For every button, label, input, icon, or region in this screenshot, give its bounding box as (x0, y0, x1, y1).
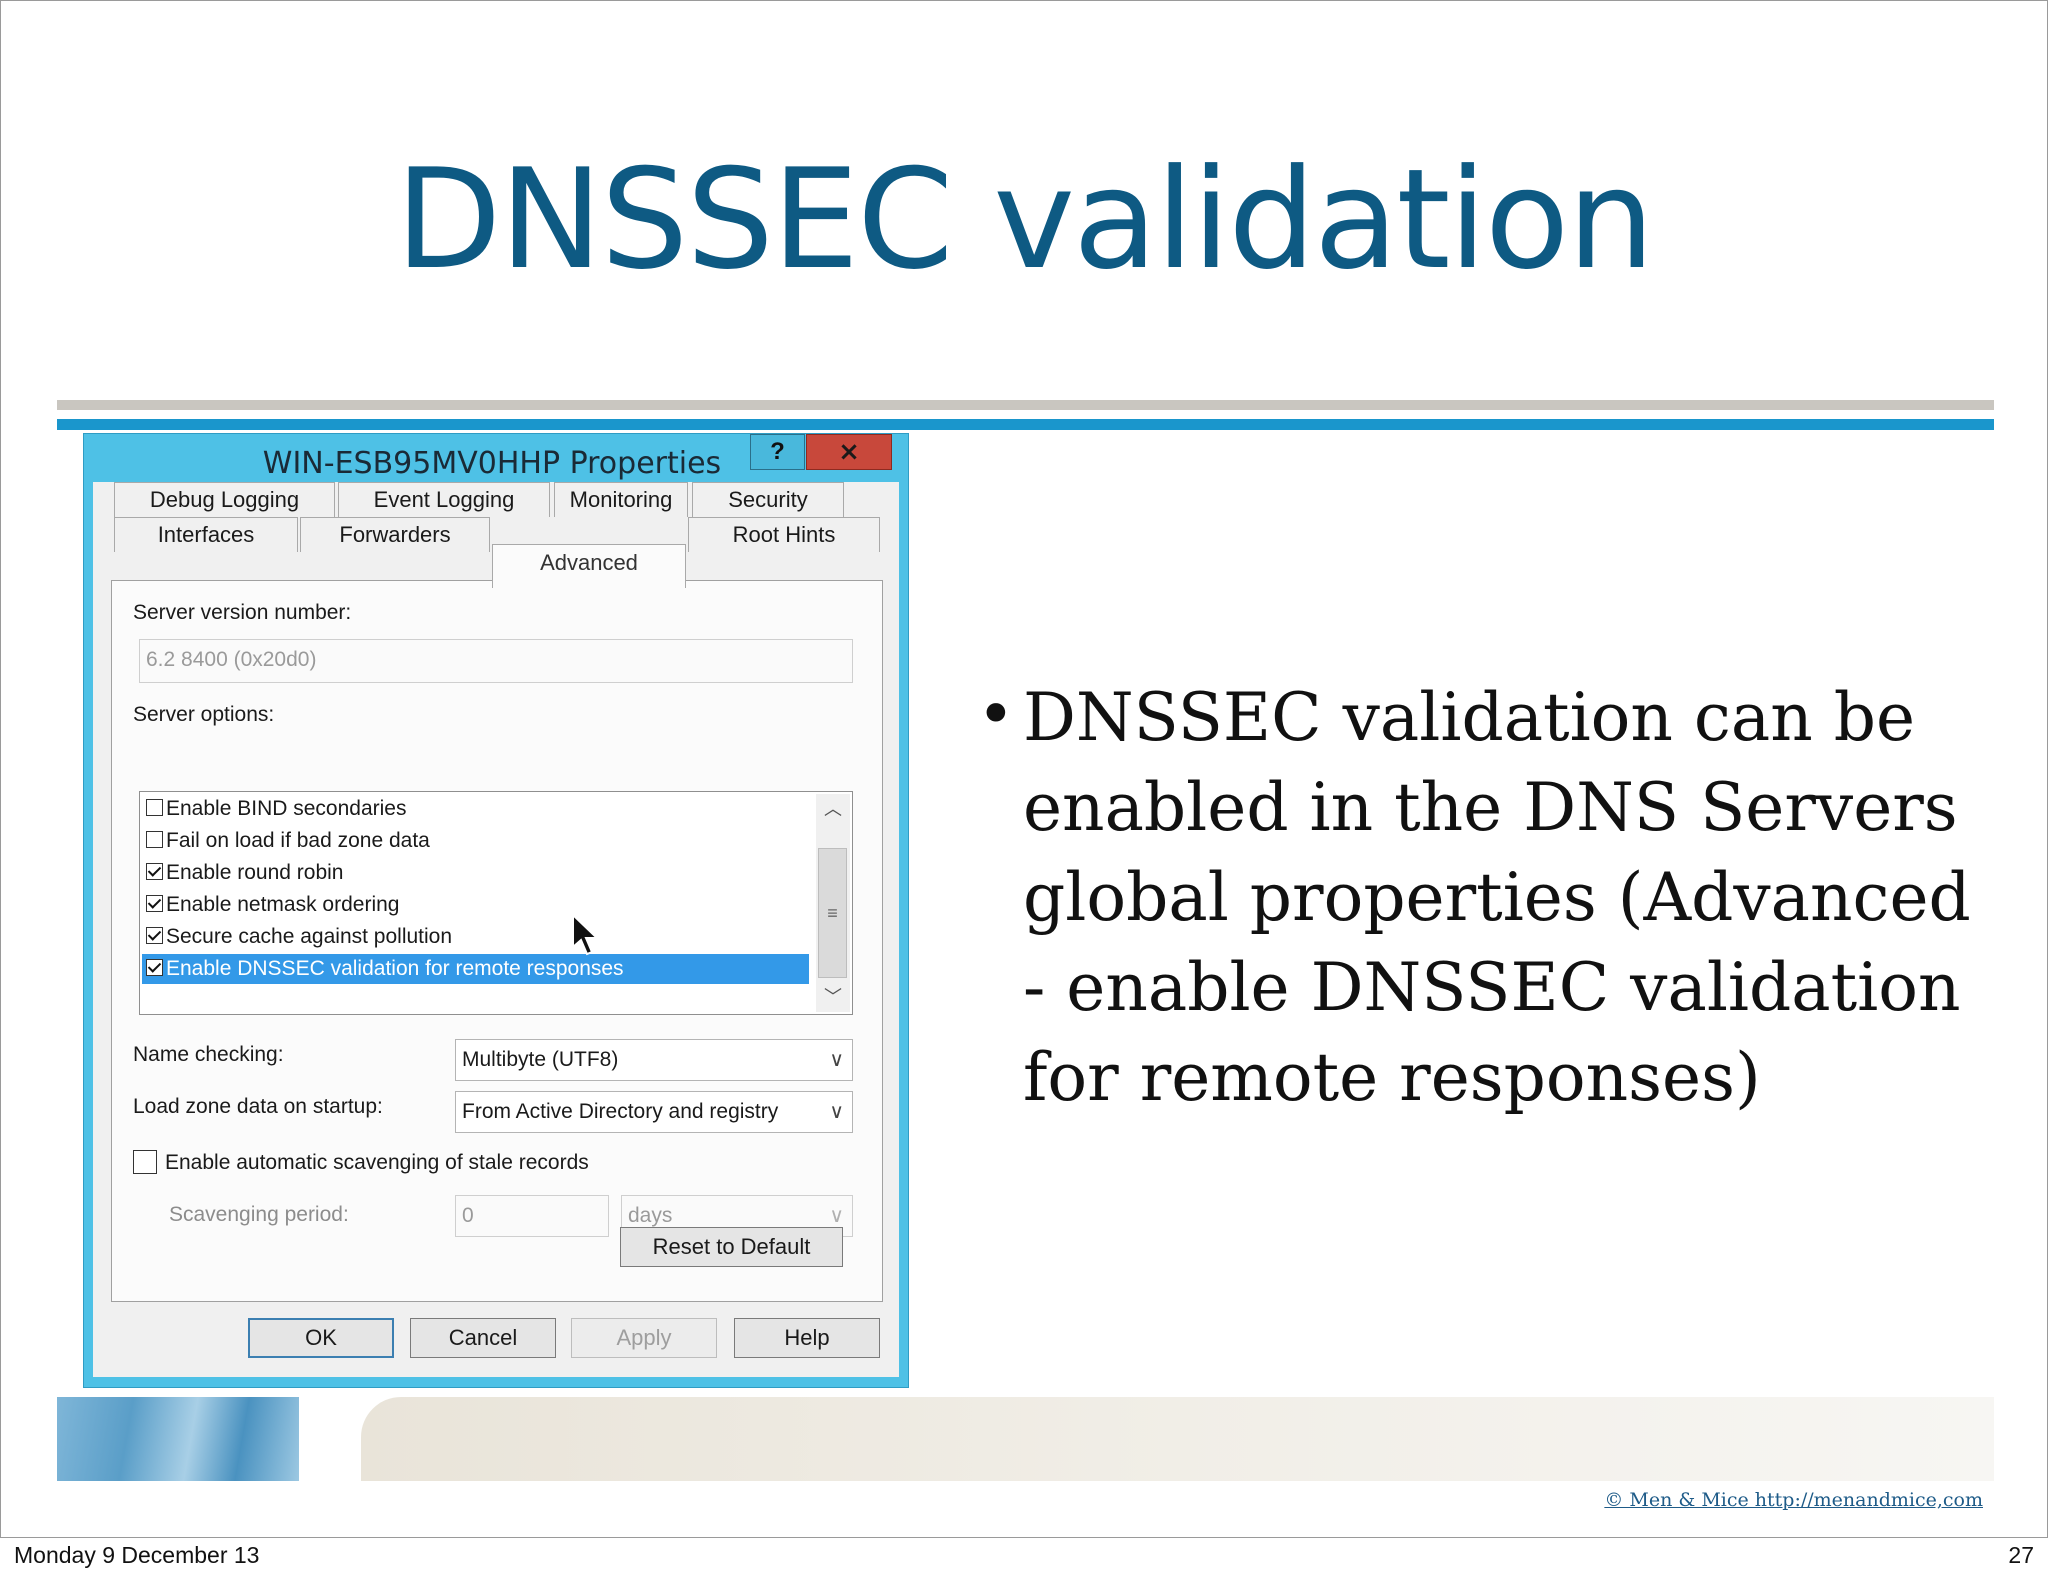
footer-band (361, 1397, 1994, 1481)
slide: DNSSEC validation WIN-ESB95MV0HHP Proper… (0, 0, 2048, 1538)
footer-date: Monday 9 December 13 (14, 1542, 260, 1568)
checkbox-checked[interactable] (146, 863, 163, 881)
scroll-down-icon[interactable]: ﹀ (816, 982, 850, 1012)
checkbox-checked[interactable] (146, 959, 163, 977)
option-netmask-ordering[interactable]: Enable netmask ordering (142, 890, 809, 920)
copyright-link[interactable]: © Men & Mice http://menandmice,com (1604, 1489, 1983, 1511)
title-rule-grey (57, 400, 1994, 410)
checkbox[interactable] (146, 799, 163, 817)
properties-dialog: WIN-ESB95MV0HHP Properties ? × Debug Log… (83, 433, 909, 1388)
title-rule-blue (57, 419, 1994, 430)
close-button[interactable]: × (806, 434, 892, 470)
scavenging-period-label: Scavenging period: (169, 1203, 349, 1226)
option-dnssec-validation[interactable]: Enable DNSSEC validation for remote resp… (142, 954, 809, 984)
tab-advanced[interactable]: Advanced (492, 544, 686, 588)
advanced-panel: Server version number: 6.2 8400 (0x20d0)… (111, 580, 883, 1302)
bullet-icon: • (977, 678, 1015, 752)
option-round-robin[interactable]: Enable round robin (142, 858, 809, 888)
mouse-cursor-icon (572, 913, 600, 956)
reset-to-default-button[interactable]: Reset to Default (620, 1227, 843, 1267)
option-fail-on-load[interactable]: Fail on load if bad zone data (142, 826, 809, 856)
tab-interfaces[interactable]: Interfaces (114, 517, 298, 552)
help-button[interactable]: Help (734, 1318, 880, 1358)
dialog-body: Debug Logging Event Logging Monitoring S… (93, 482, 899, 1377)
scavenging-option[interactable]: Enable automatic scavenging of stale rec… (133, 1149, 589, 1175)
server-options-label: Server options: (133, 703, 275, 726)
help-titlebar-button[interactable]: ? (750, 434, 805, 470)
cancel-button[interactable]: Cancel (410, 1318, 556, 1358)
load-zone-select[interactable]: From Active Directory and registry ∨ (455, 1091, 853, 1133)
tab-monitoring[interactable]: Monitoring (554, 482, 688, 517)
scroll-up-icon[interactable]: ︿ (816, 794, 850, 824)
name-checking-select[interactable]: Multibyte (UTF8) ∨ (455, 1039, 853, 1081)
apply-button: Apply (571, 1318, 717, 1358)
chevron-down-icon: ∨ (829, 1101, 844, 1123)
tab-event-logging[interactable]: Event Logging (338, 482, 550, 517)
server-version-label: Server version number: (133, 601, 352, 624)
page-number: 27 (2008, 1542, 2034, 1568)
scroll-thumb[interactable]: ≡ (818, 848, 847, 978)
option-bind-secondaries[interactable]: Enable BIND secondaries (142, 794, 809, 824)
scavenging-checkbox[interactable] (133, 1149, 157, 1174)
tab-forwarders[interactable]: Forwarders (300, 517, 490, 552)
option-secure-cache[interactable]: Secure cache against pollution (142, 922, 809, 952)
server-version-field: 6.2 8400 (0x20d0) (139, 639, 853, 683)
ok-button[interactable]: OK (248, 1318, 394, 1358)
server-options-list[interactable]: Enable BIND secondaries Fail on load if … (139, 791, 853, 1015)
footer-wave-image (57, 1397, 299, 1481)
tab-security[interactable]: Security (692, 482, 844, 517)
checkbox-checked[interactable] (146, 895, 163, 913)
load-zone-label: Load zone data on startup: (133, 1095, 383, 1118)
tab-debug-logging[interactable]: Debug Logging (114, 482, 335, 517)
chevron-down-icon: ∨ (829, 1049, 844, 1071)
list-scrollbar[interactable]: ︿ ≡ ﹀ (816, 794, 850, 1012)
checkbox[interactable] (146, 831, 163, 849)
bullet-text: DNSSEC validation can be enabled in the … (1023, 679, 1971, 1116)
slide-title: DNSSEC validation (395, 139, 1655, 300)
tab-root-hints[interactable]: Root Hints (688, 517, 880, 552)
name-checking-label: Name checking: (133, 1043, 284, 1066)
checkbox-checked[interactable] (146, 927, 163, 945)
scavenging-period-field: 0 (455, 1195, 609, 1237)
